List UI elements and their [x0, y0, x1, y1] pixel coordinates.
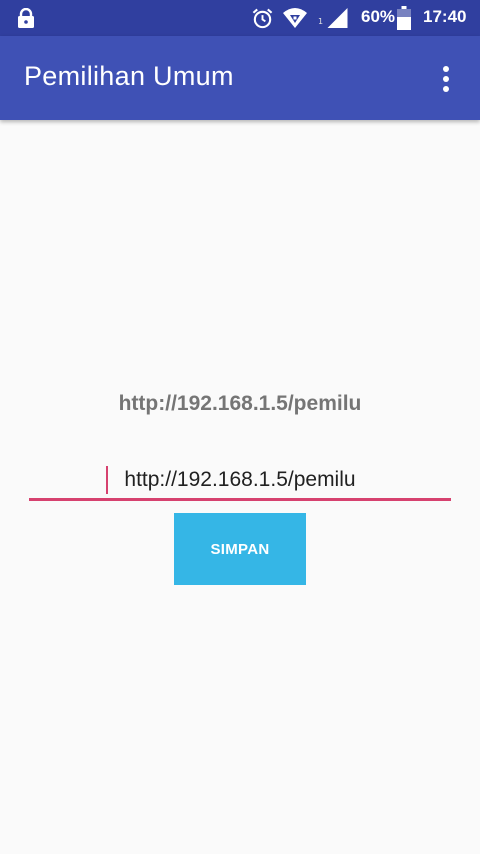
- signal-icon: [327, 8, 348, 28]
- sim-slot-label: 1: [318, 17, 324, 26]
- wifi-icon: [283, 8, 307, 28]
- app-screen: 1 60% 17:40 Pemilihan Umum http://192.16…: [0, 0, 480, 854]
- alarm-icon: [252, 8, 273, 29]
- text-cursor: [106, 466, 108, 494]
- lock-icon: [18, 8, 34, 28]
- current-url-label: http://192.168.1.5/pemilu: [118, 392, 362, 415]
- save-button[interactable]: SIMPAN: [174, 513, 306, 585]
- battery-percent: 60%: [361, 7, 396, 26]
- url-input[interactable]: [29, 462, 451, 501]
- app-title: Pemilihan Umum: [24, 61, 234, 91]
- battery-icon: [397, 6, 411, 30]
- status-clock: 17:40: [423, 7, 467, 26]
- url-input-container: [29, 462, 451, 502]
- more-vert-icon[interactable]: [436, 62, 456, 96]
- status-bar: 1 60% 17:40: [0, 0, 480, 36]
- app-bar: Pemilihan Umum: [0, 36, 480, 120]
